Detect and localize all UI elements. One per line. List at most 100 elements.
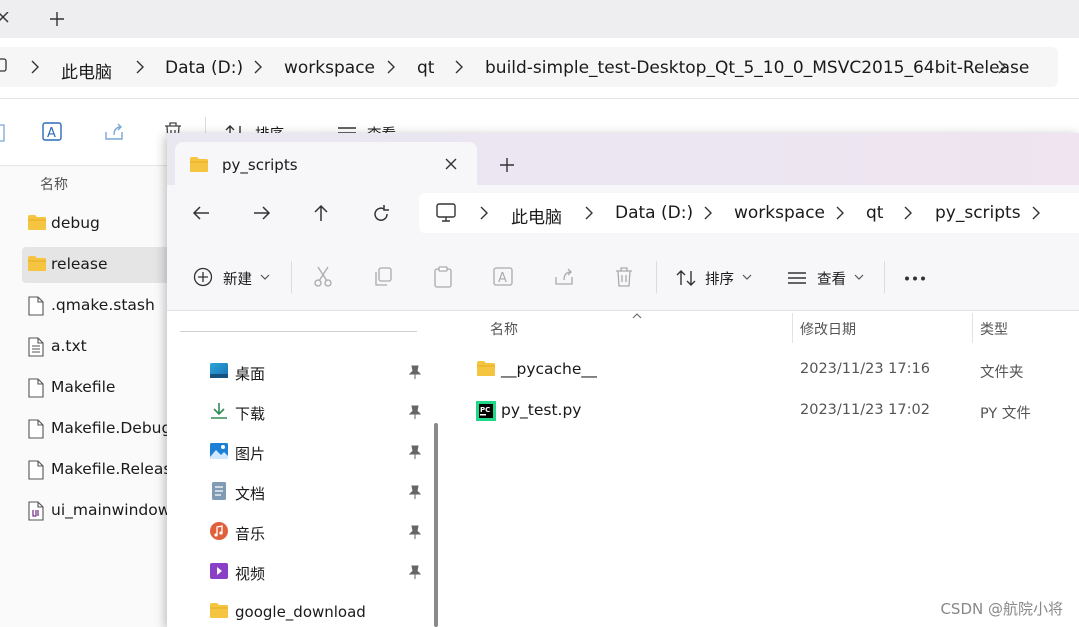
up-arrow-icon[interactable] (313, 204, 329, 222)
list-item-label: a.txt (51, 337, 87, 355)
nav-item-desktop[interactable]: 桌面 (209, 353, 439, 391)
cut-icon[interactable] (313, 266, 333, 288)
new-tab-plus-icon[interactable] (500, 158, 514, 172)
pin-icon[interactable] (409, 485, 421, 499)
rename-icon[interactable]: A (42, 121, 64, 143)
back-breadcrumb-workspace[interactable]: workspace (284, 58, 375, 78)
list-item[interactable]: .qmake.stash (22, 288, 172, 324)
refresh-icon[interactable] (372, 205, 390, 223)
file-name: py_test.py (501, 401, 582, 419)
chevron-down-icon[interactable] (854, 274, 864, 280)
text-file-icon (28, 337, 44, 357)
table-row[interactable]: __pycache__ 2023/11/23 17:16 文件夹 (467, 351, 1079, 389)
new-tab-plus-icon[interactable] (50, 12, 64, 26)
table-row[interactable]: PC py_test.py 2023/11/23 17:02 PY 文件 (467, 392, 1079, 430)
pictures-icon (210, 443, 228, 459)
desktop-icon (210, 363, 228, 378)
list-item[interactable]: a.txt (22, 329, 172, 365)
chevron-right-icon[interactable] (135, 60, 145, 74)
breadcrumb-workspace[interactable]: workspace (734, 203, 825, 223)
svg-text:A: A (47, 126, 56, 141)
chevron-right-icon[interactable] (479, 206, 489, 220)
new-button-label[interactable]: 新建 (223, 268, 252, 289)
chevron-right-icon[interactable] (835, 206, 845, 220)
nav-item-music[interactable]: 音乐 (209, 513, 439, 551)
share-icon[interactable] (553, 267, 575, 287)
nav-item-pictures[interactable]: 图片 (209, 433, 439, 471)
back-column-name[interactable]: 名称 (40, 174, 68, 194)
column-header-type[interactable]: 类型 (980, 319, 1008, 339)
new-plus-circle-icon[interactable] (193, 267, 213, 287)
nav-item-google-download[interactable]: google_download (209, 593, 439, 627)
breadcrumb-drive[interactable]: Data (D:) (615, 203, 693, 223)
chevron-right-icon[interactable] (997, 60, 1007, 74)
file-icon (28, 378, 44, 398)
chevron-down-icon[interactable] (742, 274, 752, 280)
paste-icon[interactable] (433, 266, 453, 288)
chevron-down-icon[interactable] (260, 274, 270, 280)
copy-icon[interactable] (373, 267, 393, 287)
list-item[interactable]: debug (22, 206, 172, 242)
list-item-selected[interactable]: release (22, 247, 172, 283)
sort-icon[interactable] (676, 269, 698, 287)
tab-py-scripts[interactable]: py_scripts (175, 142, 477, 185)
nav-item-documents[interactable]: 文档 (209, 473, 439, 511)
chevron-right-icon[interactable] (903, 206, 913, 220)
nav-item-label: 下载 (235, 405, 266, 423)
nav-item-videos[interactable]: 视频 (209, 553, 439, 591)
documents-icon (212, 482, 226, 500)
rename-icon[interactable]: A (493, 266, 515, 288)
breadcrumb-qt[interactable]: qt (866, 203, 883, 223)
share-icon[interactable] (103, 122, 125, 142)
chevron-right-icon[interactable] (584, 206, 594, 220)
computer-icon (436, 203, 456, 222)
music-icon (210, 522, 228, 540)
list-item[interactable]: Makefile.Release (22, 452, 172, 488)
chevron-right-icon[interactable] (30, 60, 40, 74)
back-breadcrumb-build-folder[interactable]: build-simple_test-Desktop_Qt_5_10_0_MSVC… (485, 58, 1029, 78)
list-item[interactable]: Makefile.Debug (22, 411, 172, 447)
breadcrumb-py-scripts[interactable]: py_scripts (935, 203, 1021, 223)
chevron-right-icon[interactable] (454, 60, 464, 74)
file-icon (28, 460, 44, 480)
file-type: PY 文件 (980, 406, 1031, 422)
column-header-name[interactable]: 名称 (490, 319, 518, 339)
chevron-right-icon[interactable] (253, 60, 263, 74)
watermark: CSDN @航院小将 (940, 600, 1063, 618)
back-arrow-icon[interactable] (192, 205, 210, 221)
file-name: __pycache__ (501, 360, 597, 378)
view-button-label[interactable]: 查看 (817, 268, 846, 289)
pin-icon[interactable] (409, 445, 421, 459)
copy-icon[interactable] (0, 123, 6, 143)
pin-icon[interactable] (409, 405, 421, 419)
column-header-modified[interactable]: 修改日期 (800, 319, 856, 339)
delete-icon[interactable] (614, 266, 634, 288)
file-modified: 2023/11/23 17:16 (800, 361, 930, 377)
chevron-right-icon[interactable] (386, 60, 396, 74)
pin-icon[interactable] (409, 525, 421, 539)
back-breadcrumb-drive[interactable]: Data (D:) (165, 58, 243, 78)
chevron-right-icon[interactable] (1031, 206, 1041, 220)
front-explorer-window: py_scripts 此电脑 Data (D:) workspace qt py… (167, 133, 1079, 627)
list-item[interactable]: Makefile (22, 370, 172, 406)
back-breadcrumb-this-pc[interactable]: 此电脑 (61, 58, 112, 83)
folder-icon (477, 361, 495, 376)
close-icon[interactable] (0, 12, 10, 24)
back-breadcrumb-qt[interactable]: qt (417, 58, 434, 78)
svg-text:A: A (498, 271, 507, 286)
close-icon[interactable] (445, 158, 457, 170)
tab-title: py_scripts (222, 156, 298, 174)
view-icon[interactable] (787, 271, 807, 285)
sort-button-label[interactable]: 排序 (705, 268, 734, 289)
list-item-label: debug (51, 214, 100, 232)
pin-icon[interactable] (409, 565, 421, 579)
more-options-icon[interactable] (904, 276, 926, 281)
front-tab-strip: py_scripts (167, 133, 1079, 185)
nav-item-downloads[interactable]: 下载 (209, 393, 439, 431)
breadcrumb-this-pc[interactable]: 此电脑 (511, 203, 562, 228)
list-item[interactable]: ui_mainwindow. (22, 493, 172, 529)
pin-icon[interactable] (409, 365, 421, 379)
nav-item-label: 桌面 (235, 365, 266, 383)
chevron-right-icon[interactable] (703, 206, 713, 220)
forward-arrow-icon[interactable] (253, 205, 271, 221)
